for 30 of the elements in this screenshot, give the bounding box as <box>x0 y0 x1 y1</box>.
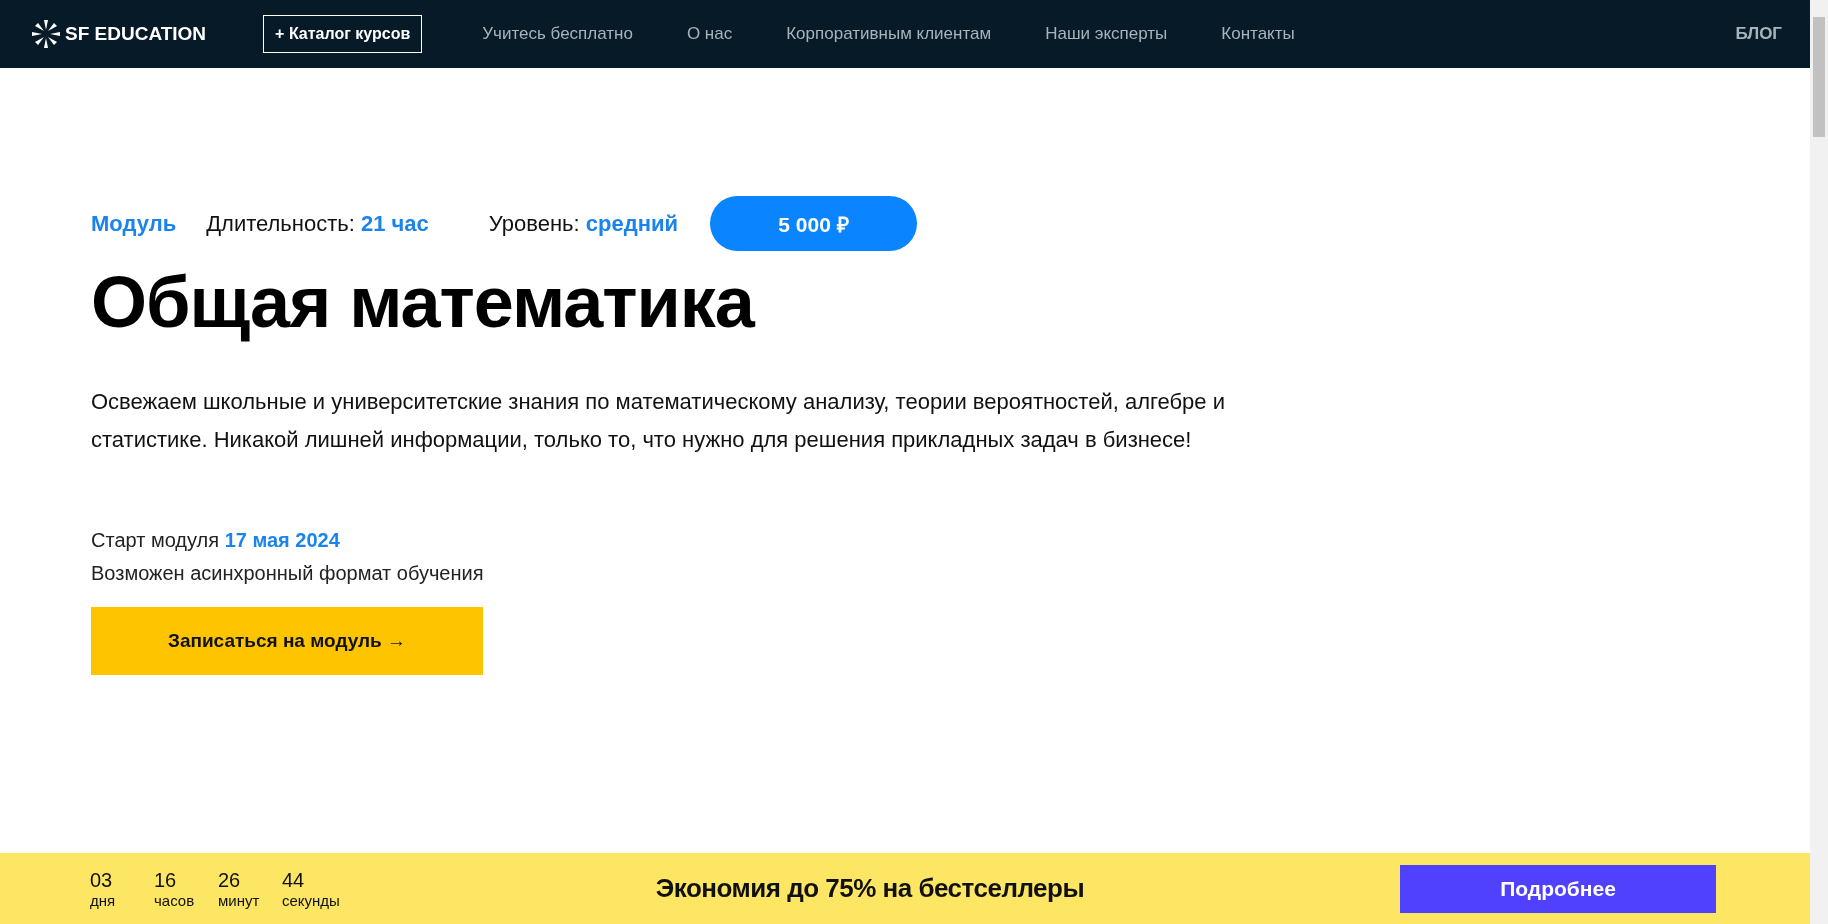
countdown-value: 44 <box>282 868 306 892</box>
blog-link[interactable]: БЛОГ <box>1735 24 1782 44</box>
course-type-link[interactable]: Модуль <box>91 210 177 237</box>
countdown-unit: минут <box>218 891 261 909</box>
scrollbar[interactable] <box>1810 0 1828 924</box>
scrollbar-thumb[interactable] <box>1813 17 1825 137</box>
nav-link[interactable]: Наши эксперты <box>1045 24 1168 44</box>
level-label: Уровень: средний <box>488 210 678 237</box>
enroll-button[interactable]: Записаться на модуль → <box>91 607 483 675</box>
duration-label: Длительность: 21 час <box>206 210 429 237</box>
more-button[interactable]: Подробнее <box>1400 864 1716 913</box>
catalog-button[interactable]: + Каталог курсов <box>263 15 423 53</box>
format-note: Возможен асинхронный формат обучения <box>91 562 484 585</box>
nav-link[interactable]: О нас <box>686 24 733 44</box>
countdown-unit: секунды <box>282 891 340 909</box>
nav-link[interactable]: Учитесь бесплатно <box>482 24 633 44</box>
start-date-text: Старт модуля 17 мая 2024 <box>91 529 340 552</box>
course-title: Общая математика <box>91 261 754 343</box>
countdown-value: 16 <box>154 868 178 892</box>
nav-link[interactable]: Контакты <box>1221 24 1295 44</box>
countdown-value: 26 <box>218 868 242 892</box>
countdown-value: 03 <box>90 868 114 892</box>
logo-icon <box>30 18 62 50</box>
promo-text: Экономия до 75% на бестселлеры <box>654 873 1086 904</box>
logo-text[interactable]: SF EDUCATION <box>65 23 207 45</box>
countdown-unit: дня <box>90 891 117 909</box>
nav-link[interactable]: Корпоративным клиентам <box>786 24 992 44</box>
price-button[interactable]: 5 000 ₽ <box>710 196 917 251</box>
countdown-unit: часов <box>154 891 196 909</box>
course-description: Освежаем школьные и университетские знания по математическому анализу, теории вероятностей, алгебре и статистике. Никакой лишней информации, только то, что нужно для решения прикладных задач в бизнесе! <box>91 388 1226 454</box>
